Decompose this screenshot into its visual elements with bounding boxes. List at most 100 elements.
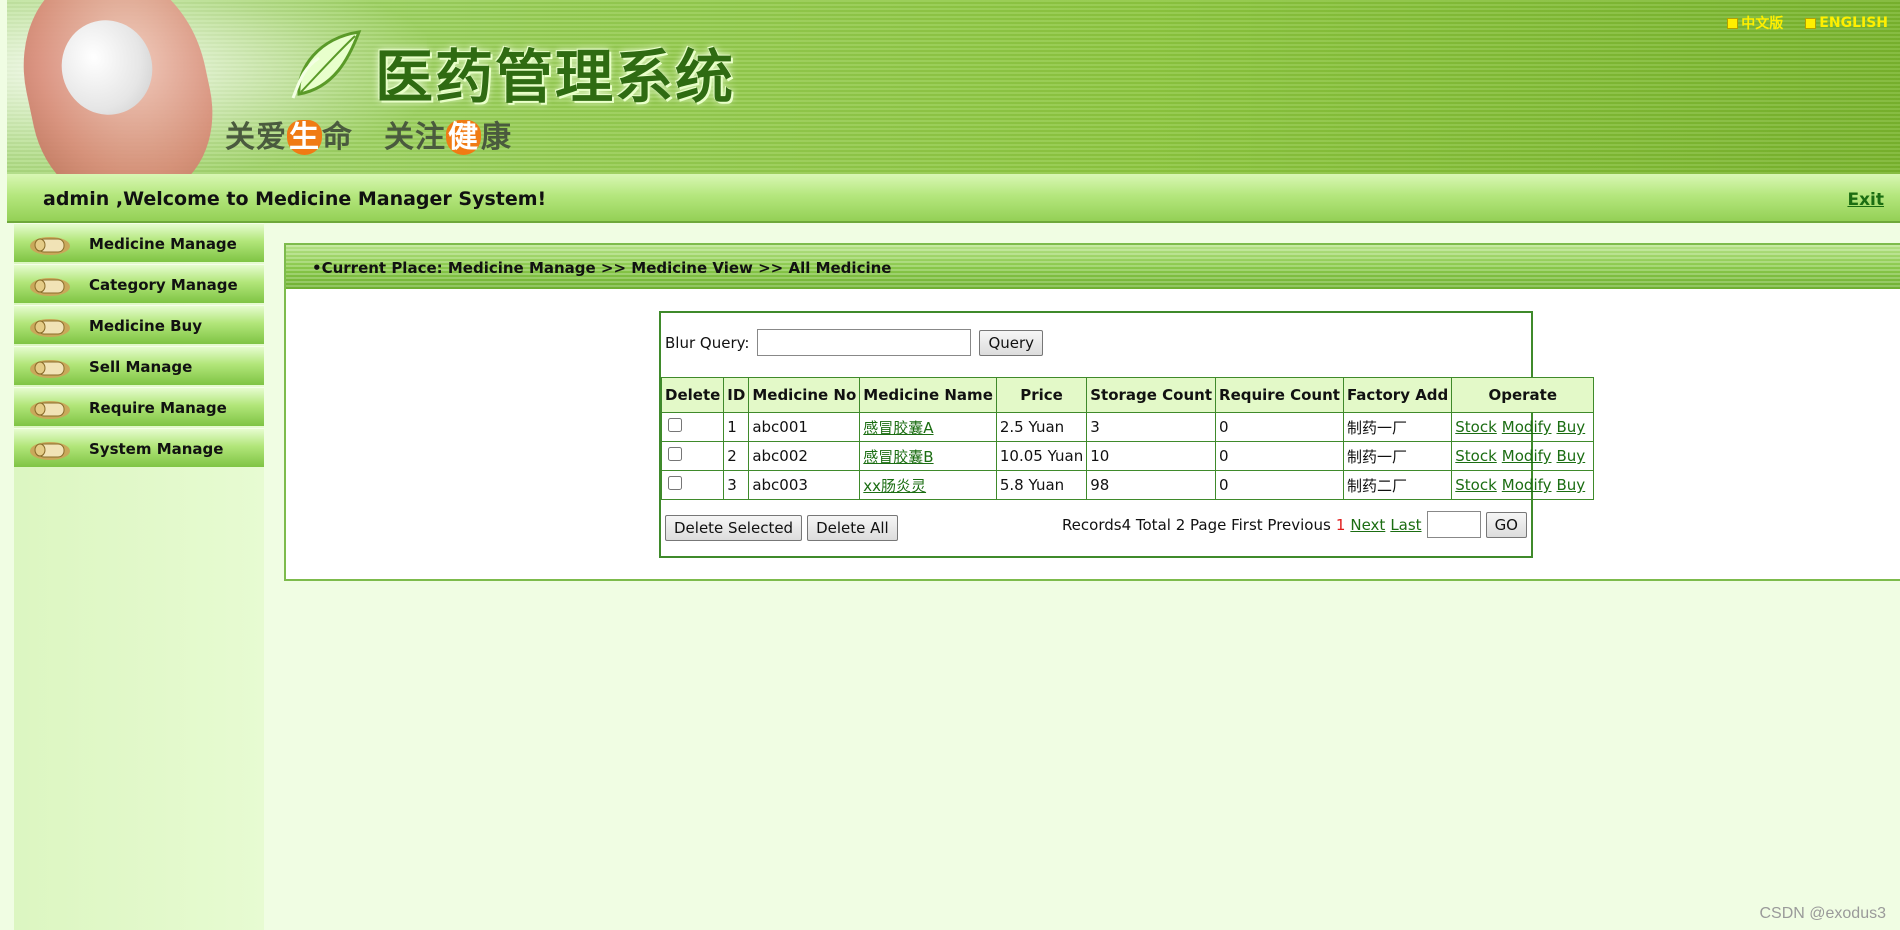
query-button[interactable]: Query [979, 329, 1044, 356]
lang-zh-link[interactable]: 中文版 [1727, 13, 1783, 33]
square-icon [1805, 17, 1817, 29]
breadcrumb-bar: •Current Place: Medicine Manage >> Medic… [286, 245, 1900, 289]
sidebar-item-label: Category Manage [89, 276, 238, 294]
banner-slogan: 关爱生命 关注健康 [225, 112, 512, 156]
header-banner: 医药管理系统 关爱生命 关注健康 中文版 ENGLISH [7, 0, 1900, 174]
row-select-checkbox[interactable] [668, 476, 682, 490]
modify-link[interactable]: Modify [1502, 476, 1552, 494]
buy-link[interactable]: Buy [1557, 447, 1586, 465]
row-operations: Stock Modify Buy [1455, 447, 1590, 465]
cell-price: 10.05 Yuan [995, 441, 1088, 471]
cell-require-count: 0 [1215, 412, 1344, 442]
pagination: Records4 Total 2 Page First Previous 1 N… [1062, 511, 1527, 538]
cell-storage-count: 10 [1086, 441, 1217, 471]
sidebar-item-label: System Manage [89, 440, 224, 458]
welcome-message: admin ,Welcome to Medicine Manager Syste… [43, 188, 547, 210]
row-select-checkbox[interactable] [668, 418, 682, 432]
leaf-logo-icon [291, 30, 362, 99]
sidebar-item-label: Medicine Manage [89, 235, 237, 253]
column-header: Operate [1451, 377, 1595, 413]
page-number-input[interactable] [1426, 511, 1481, 538]
lang-en-label: ENGLISH [1819, 15, 1888, 31]
slogan-highlight-2: 健 [446, 120, 481, 155]
query-label: Blur Query: [665, 333, 750, 352]
bulk-actions: Delete Selected Delete All [665, 515, 898, 541]
stock-link[interactable]: Stock [1455, 447, 1497, 465]
square-icon [1727, 17, 1739, 29]
cell-factory: 制药一厂 [1342, 412, 1453, 442]
sidebar-item-category-manage[interactable]: Category Manage [14, 264, 264, 303]
buy-link[interactable]: Buy [1557, 418, 1586, 436]
cell-id: 3 [723, 470, 750, 500]
medicine-table: Delete ID Medicine No Medicine Name Pric… [660, 377, 1595, 500]
lang-zh-label: 中文版 [1741, 16, 1784, 32]
stock-link[interactable]: Stock [1455, 476, 1497, 494]
capsule-icon [30, 401, 70, 419]
main-panel: •Current Place: Medicine Manage >> Medic… [284, 243, 1900, 581]
lang-en-link[interactable]: ENGLISH [1805, 13, 1888, 33]
capsule-icon [30, 442, 70, 460]
column-header: Delete [660, 377, 725, 413]
pager-summary: Records4 Total 2 Page First Previous [1061, 515, 1331, 534]
query-row: Blur Query: Query [665, 329, 1044, 356]
row-operations: Stock Modify Buy [1455, 418, 1590, 436]
table-row: 3 abc003 xx肠炎灵 5.8 Yuan 98 0 制药二厂 Stock M… [660, 470, 1595, 500]
cell-price: 2.5 Yuan [995, 412, 1088, 442]
column-header: Factory Add [1342, 377, 1453, 413]
modify-link[interactable]: Modify [1502, 447, 1552, 465]
column-header: Medicine No [748, 377, 861, 413]
medicine-list-box: Blur Query: Query Delete ID Medicine No … [659, 311, 1595, 558]
slogan-text-3: 康 [481, 120, 512, 155]
table-footer: Delete Selected Delete All Records4 Tota… [665, 511, 1527, 543]
cell-medicine-no: abc002 [748, 441, 861, 471]
app-title: 医药管理系统 [375, 43, 736, 111]
cell-id: 2 [723, 441, 750, 471]
cell-require-count: 0 [1215, 441, 1344, 471]
sidebar-item-label: Require Manage [89, 399, 227, 417]
stock-link[interactable]: Stock [1455, 418, 1497, 436]
sidebar-item-require-manage[interactable]: Require Manage [14, 387, 264, 426]
cell-medicine-no: abc001 [748, 412, 861, 442]
sidebar-item-system-manage[interactable]: System Manage [14, 428, 264, 467]
modify-link[interactable]: Modify [1502, 418, 1552, 436]
cell-storage-count: 3 [1086, 412, 1217, 442]
sidebar-item-label: Sell Manage [89, 358, 193, 376]
capsule-icon [30, 319, 70, 337]
cell-factory: 制药二厂 [1342, 470, 1453, 500]
cell-price: 5.8 Yuan [995, 470, 1088, 500]
capsule-icon [30, 360, 70, 378]
welcome-bar: admin ,Welcome to Medicine Manager Syste… [7, 174, 1900, 223]
slogan-text-1: 关爱 [225, 120, 287, 155]
row-select-checkbox[interactable] [668, 447, 682, 461]
language-switcher: 中文版 ENGLISH [1727, 13, 1888, 33]
exit-link[interactable]: Exit [1847, 190, 1884, 210]
table-row: 2 abc002 感冒胶囊B 10.05 Yuan 10 0 制药一厂 Stoc… [660, 441, 1595, 471]
table-header-row: Delete ID Medicine No Medicine Name Pric… [660, 377, 1595, 413]
cell-storage-count: 98 [1086, 470, 1217, 500]
delete-selected-button[interactable]: Delete Selected [665, 515, 803, 541]
slogan-text-2: 命 关注 [322, 120, 446, 155]
delete-all-button[interactable]: Delete All [807, 515, 898, 541]
capsule-icon [30, 237, 70, 255]
buy-link[interactable]: Buy [1557, 476, 1586, 494]
cell-medicine-no: abc003 [748, 470, 861, 500]
column-header: Storage Count [1086, 377, 1217, 413]
current-page: 1 [1335, 515, 1346, 534]
cell-factory: 制药一厂 [1342, 441, 1453, 471]
next-page-link[interactable]: Next [1350, 516, 1385, 534]
go-button[interactable]: GO [1485, 511, 1527, 538]
cell-require-count: 0 [1215, 470, 1344, 500]
sidebar-item-medicine-buy[interactable]: Medicine Buy [14, 305, 264, 344]
sidebar-item-sell-manage[interactable]: Sell Manage [14, 346, 264, 385]
sidebar-item-label: Medicine Buy [89, 317, 202, 335]
medicine-name-link[interactable]: 感冒胶囊A [863, 419, 933, 437]
sidebar-item-medicine-manage[interactable]: Medicine Manage [14, 223, 264, 262]
medicine-name-link[interactable]: xx肠炎灵 [863, 477, 926, 495]
breadcrumb: •Current Place: Medicine Manage >> Medic… [312, 259, 892, 277]
last-page-link[interactable]: Last [1390, 516, 1421, 534]
watermark: CSDN @exodus3 [1759, 905, 1886, 922]
medicine-name-link[interactable]: 感冒胶囊B [863, 448, 933, 466]
row-operations: Stock Modify Buy [1455, 476, 1590, 494]
blur-query-input[interactable] [757, 329, 972, 356]
sidebar: Medicine Manage Category Manage Medicine… [14, 223, 264, 930]
